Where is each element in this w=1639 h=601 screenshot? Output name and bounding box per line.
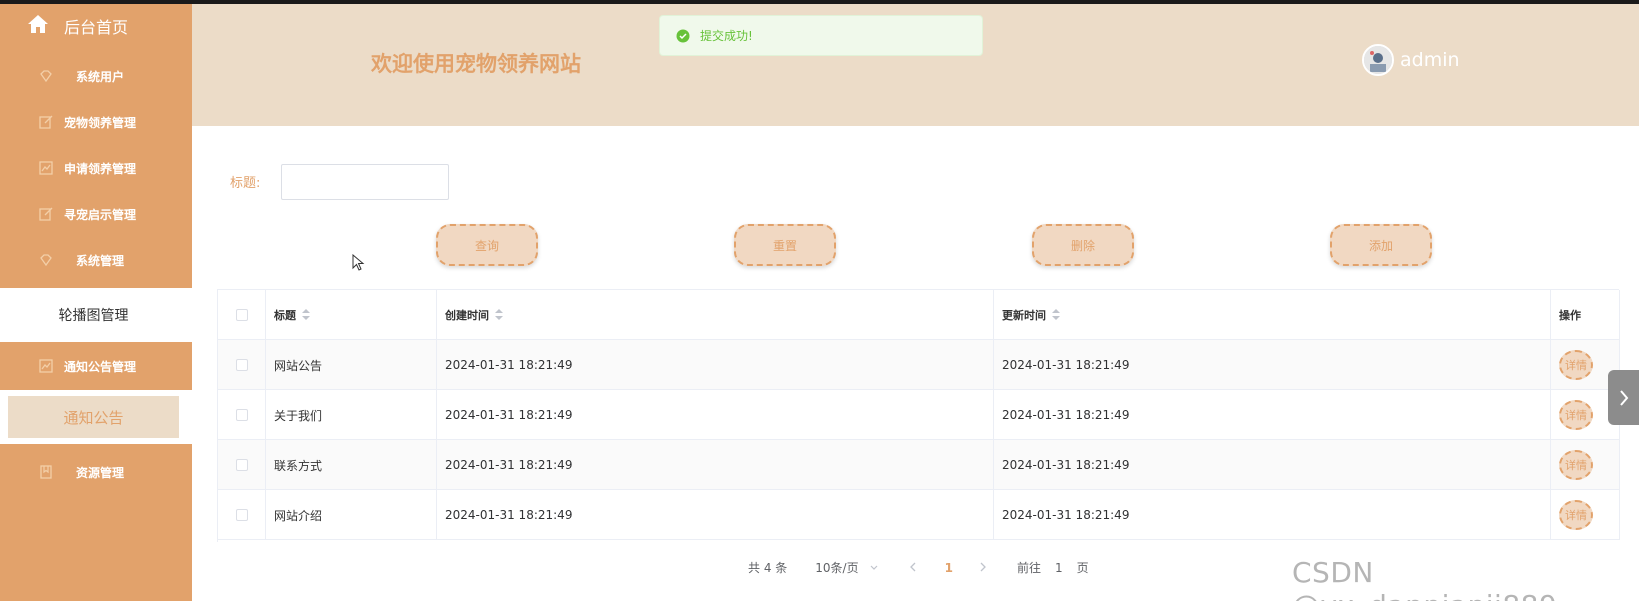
chevron-down-icon[interactable] [869,563,879,573]
title-search-input[interactable] [281,164,449,200]
delete-button[interactable]: 删除 [1032,224,1134,266]
sidebar-item-label: 通知公告管理 [63,359,136,374]
cell-created: 2024-01-31 18:21:49 [437,440,994,490]
avatar-icon [1364,46,1392,74]
sidebar-home-label: 后台首页 [64,18,129,37]
toast-message: 提交成功! [700,29,753,43]
cell-title: 网站公告 [266,340,437,390]
chevron-left-icon [909,562,916,571]
header-updated[interactable]: 更新时间 [994,290,1551,340]
header-actions: 操作 [1551,290,1620,340]
submenu-notice: 通知公告 [0,390,192,444]
sidebar-home[interactable]: 后台首页 [0,4,192,44]
page-suffix: 页 [1076,561,1089,575]
pager-total: 共 4 条 [748,561,788,575]
data-table: 标题 创建时间 更新时间 操作 网站公告 2024-01-31 18:21:49… [217,289,1620,542]
sidebar-item-label: 寻宠启示管理 [63,207,136,222]
cell-updated: 2024-01-31 18:21:49 [994,340,1551,390]
username: admin [1400,49,1460,71]
search-label: 标题: [230,176,261,191]
cell-created: 2024-01-31 18:21:49 [437,390,994,440]
row-checkbox[interactable] [235,459,248,471]
page-number-1[interactable]: 1 [945,561,953,575]
detail-button[interactable]: 详情 [1559,450,1593,480]
cell-created: 2024-01-31 18:21:49 [437,490,994,540]
header-label: 创建时间 [445,309,489,322]
sidebar-item-label: 资源管理 [75,465,124,480]
sidebar: 后台首页 系统用户 宠物领养管理 申请领养管理 寻宠启示管理 系统管理 轮播图管… [0,4,192,601]
cell-created: 2024-01-31 18:21:49 [437,340,994,390]
row-checkbox[interactable] [235,509,248,521]
submenu-item-carousel[interactable]: 轮播图管理 [8,294,179,336]
prev-page-button[interactable] [909,561,917,575]
sidebar-item-label: 系统管理 [75,253,124,268]
cell-updated: 2024-01-31 18:21:49 [994,440,1551,490]
sort-icon[interactable] [495,309,503,321]
sidebar-item-apply-adoption[interactable]: 申请领养管理 [0,144,192,192]
header-label: 操作 [1559,309,1581,322]
check-circle-icon [676,29,690,42]
detail-button[interactable]: 详情 [1559,500,1593,530]
sort-icon[interactable] [1052,309,1060,321]
watermark-text: CSDN @vx_danpianji889 [1292,556,1557,601]
row-checkbox[interactable] [235,359,248,371]
submenu-system: 轮播图管理 [0,288,192,342]
header-created[interactable]: 创建时间 [437,290,994,340]
sidebar-item-system-users[interactable]: 系统用户 [0,52,192,100]
submenu-item-notice[interactable]: 通知公告 [8,396,179,438]
pagination: 共 4 条 10条/页 1 前往 1 页 [748,559,1089,576]
header-label: 标题 [274,309,296,322]
sidebar-item-pet-adoption[interactable]: 宠物领养管理 [0,98,192,146]
cell-updated: 2024-01-31 18:21:49 [994,490,1551,540]
page-title: 欢迎使用宠物领养网站 [371,52,581,76]
side-expand-button[interactable] [1608,370,1639,425]
chevron-right-icon [980,562,986,571]
sidebar-item-notice-manage[interactable]: 通知公告管理 [0,342,192,390]
sidebar-item-label: 系统用户 [75,69,124,84]
cell-title: 联系方式 [266,440,437,490]
select-all-cell [218,290,266,340]
sidebar-item-lost-pet[interactable]: 寻宠启示管理 [0,190,192,238]
detail-button[interactable]: 详情 [1559,350,1593,380]
table-row: 联系方式 2024-01-31 18:21:49 2024-01-31 18:2… [218,440,1620,490]
mouse-cursor-icon [352,254,365,271]
next-page-button[interactable] [979,561,987,575]
cell-title: 关于我们 [266,390,437,440]
table-row: 网站介绍 2024-01-31 18:21:49 2024-01-31 18:2… [218,490,1620,540]
select-all-checkbox[interactable] [235,309,248,321]
sidebar-item-system-manage[interactable]: 系统管理 [0,236,192,284]
header-title[interactable]: 标题 [266,290,437,340]
user-menu[interactable]: admin [1362,44,1460,76]
sidebar-item-label: 宠物领养管理 [63,115,136,130]
row-checkbox[interactable] [235,409,248,421]
goto-page-input[interactable]: 1 [1055,561,1063,575]
table-header-row: 标题 创建时间 更新时间 操作 [218,290,1620,340]
query-button[interactable]: 查询 [436,224,538,266]
chevron-right-icon [1619,389,1628,406]
home-icon [28,15,48,33]
goto-label: 前往 [1016,561,1041,575]
cell-updated: 2024-01-31 18:21:49 [994,390,1551,440]
sidebar-item-label: 申请领养管理 [63,161,136,176]
success-toast: 提交成功! [659,15,983,56]
detail-button[interactable]: 详情 [1559,400,1593,430]
table-row: 关于我们 2024-01-31 18:21:49 2024-01-31 18:2… [218,390,1620,440]
avatar [1362,44,1394,76]
table-row: 网站公告 2024-01-31 18:21:49 2024-01-31 18:2… [218,340,1620,390]
sidebar-item-resource-manage[interactable]: 资源管理 [0,448,192,496]
cell-title: 网站介绍 [266,490,437,540]
sort-icon[interactable] [302,309,310,321]
header-label: 更新时间 [1002,309,1046,322]
reset-button[interactable]: 重置 [734,224,836,266]
add-button[interactable]: 添加 [1330,224,1432,266]
page-size-select[interactable]: 10条/页 [815,559,858,576]
